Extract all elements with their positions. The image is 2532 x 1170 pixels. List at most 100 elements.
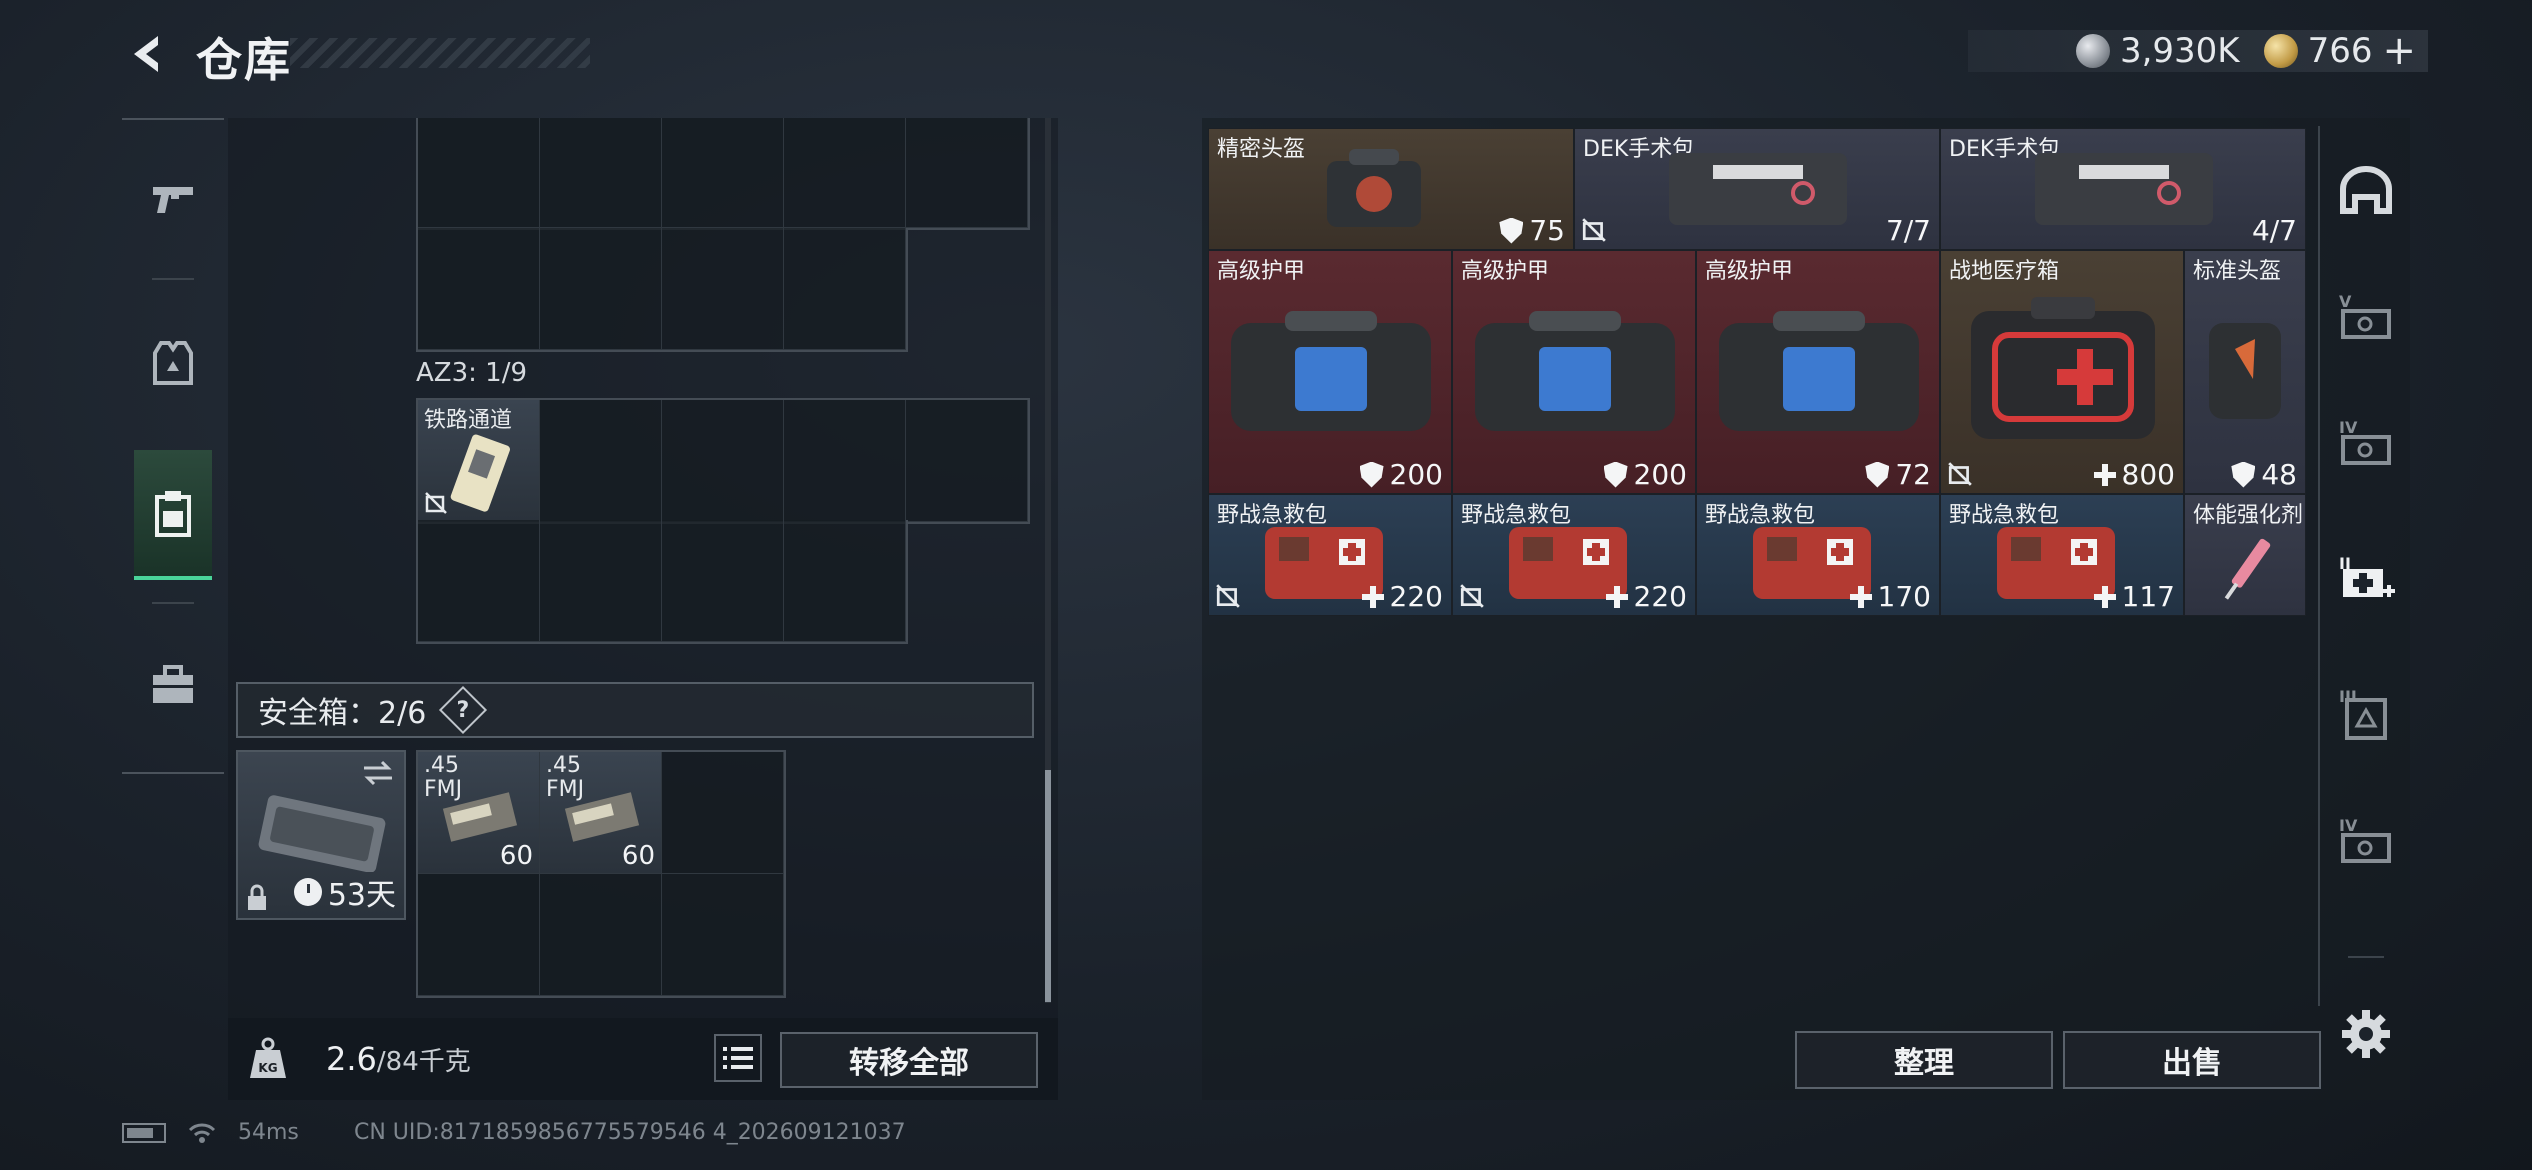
status-bar: 54ms — [122, 1120, 299, 1145]
grid-cell[interactable] — [662, 874, 784, 996]
page-title: 仓库 — [196, 33, 292, 87]
field-first-aid-kit-item[interactable]: 野战急救包 220 — [1452, 494, 1696, 616]
item-label: 战地医疗箱 — [1949, 259, 2060, 284]
grid-cell[interactable] — [540, 118, 662, 228]
help-button[interactable]: ? — [439, 685, 488, 735]
lock-icon — [248, 884, 266, 910]
grid-cell[interactable] — [662, 752, 784, 874]
sell-button[interactable]: 出售 — [2063, 1031, 2321, 1089]
grid-cell[interactable] — [418, 874, 540, 996]
grid-cell[interactable] — [662, 400, 784, 522]
item-value: 7/7 — [1885, 214, 1931, 247]
heal-icon — [1605, 585, 1628, 608]
item-value: 800 — [2093, 458, 2175, 491]
grid-cell[interactable] — [906, 118, 1028, 228]
field-medical-box-item[interactable]: 战地医疗箱 800 — [1940, 250, 2184, 494]
sort-button[interactable]: 整理 — [1795, 1031, 2053, 1089]
field-first-aid-kit-item[interactable]: 野战急救包 117 — [1940, 494, 2184, 616]
nav-weapons[interactable] — [134, 134, 212, 264]
grid-cell[interactable] — [540, 228, 662, 350]
grid-cell[interactable] — [662, 228, 784, 350]
gear-icon[interactable] — [2338, 1006, 2394, 1062]
tier-v-armor-icon: V — [2339, 292, 2391, 339]
nav-separator — [152, 602, 194, 604]
vest-icon — [153, 341, 193, 385]
silver-coin-icon — [2075, 34, 2110, 68]
item-value: 75 — [1499, 214, 1565, 247]
item-label: 体能强化剂 — [2193, 503, 2304, 528]
grid-cell[interactable] — [662, 520, 784, 642]
ammo-45-fmj-slot-1[interactable]: .45 FMJ 60 — [418, 752, 540, 874]
grid-cell[interactable] — [540, 520, 662, 642]
grid-cell[interactable] — [418, 228, 540, 350]
ammo-count: 60 — [499, 841, 533, 871]
gold-currency[interactable]: 766 + — [2263, 31, 2416, 71]
precision-helmet-item[interactable]: 精密头盔 75 — [1208, 128, 1574, 250]
armor-icon — [1603, 461, 1628, 488]
grid-cell[interactable] — [784, 400, 906, 522]
filter-medical[interactable]: II — [2334, 546, 2398, 610]
railway-pass-item[interactable]: 铁路通道 — [418, 400, 540, 522]
svg-text:V: V — [2339, 292, 2352, 311]
item-value: 200 — [1603, 458, 1687, 491]
grid-cell[interactable] — [784, 228, 906, 350]
item-value: 170 — [1849, 580, 1931, 613]
back-button[interactable] — [118, 22, 178, 86]
grid-cell[interactable] — [906, 400, 1028, 522]
add-currency-button[interactable]: + — [2382, 31, 2416, 71]
safebox-title: 安全箱：2/6 — [258, 696, 427, 731]
dek-surgery-kit-item[interactable]: DEK手术包 4/7 — [1940, 128, 2306, 250]
backpack-grid-upper — [416, 118, 1030, 230]
transfer-all-button[interactable]: 转移全部 — [780, 1032, 1038, 1088]
safebox-case[interactable]: 53天 — [236, 750, 406, 920]
medkit-icon — [1971, 297, 2155, 439]
dek-surgery-kit-item[interactable]: DEK手术包 7/7 — [1574, 128, 1940, 250]
field-first-aid-kit-item[interactable]: 野战急救包 220 — [1208, 494, 1452, 616]
backpack-grid-lower — [416, 228, 908, 352]
nav-storage[interactable] — [134, 450, 212, 580]
svg-text:KG: KG — [258, 1061, 277, 1075]
advanced-armor-item[interactable]: 高级护甲 200 — [1208, 250, 1452, 494]
stamina-booster-item[interactable]: 体能强化剂 — [2184, 494, 2306, 616]
nav-toolbox[interactable] — [134, 620, 212, 750]
grid-cell[interactable] — [784, 118, 906, 228]
grid-cell[interactable] — [540, 874, 662, 996]
filter-tier-iv-armor[interactable]: IV — [2334, 410, 2398, 474]
helmet-outline-icon — [2340, 166, 2392, 214]
filter-all[interactable] — [2334, 158, 2398, 222]
field-first-aid-kit-item[interactable]: 野战急救包 170 — [1696, 494, 1940, 616]
user-uid: CN UID:8171859856775579546 4_20260912103… — [354, 1120, 906, 1145]
armor-vest-icon — [1231, 311, 1431, 431]
left-scroll-thumb[interactable] — [1045, 770, 1051, 1002]
no-transfer-icon — [1582, 218, 1606, 242]
ammo-count: 60 — [621, 841, 655, 871]
advanced-armor-item[interactable]: 高级护甲 72 — [1696, 250, 1940, 494]
grid-cell[interactable] — [540, 400, 662, 522]
nav-equipment[interactable] — [134, 298, 212, 428]
grid-cell[interactable] — [418, 520, 540, 642]
advanced-armor-item[interactable]: 高级护甲 200 — [1452, 250, 1696, 494]
grid-cell[interactable] — [418, 118, 540, 228]
safebox-header: 安全箱：2/6 ? — [236, 682, 1034, 738]
medical-icon: II — [2339, 554, 2395, 597]
grid-cell[interactable] — [662, 118, 784, 228]
filter-tier-iv-armor-2[interactable]: IV — [2334, 808, 2398, 872]
armor-icon — [2231, 461, 2256, 488]
item-value: 72 — [1865, 458, 1931, 491]
list-icon — [723, 1047, 753, 1069]
ammo-box-icon — [564, 792, 640, 842]
nav-separator — [2348, 956, 2384, 958]
armor-icon — [1499, 217, 1524, 244]
no-transfer-icon — [425, 492, 447, 514]
ammo-45-fmj-slot-2[interactable]: .45 FMJ 60 — [540, 752, 662, 874]
svg-text:IV: IV — [2339, 418, 2358, 437]
list-view-button[interactable] — [714, 1034, 762, 1082]
filter-tier-iii-backpack[interactable]: III — [2334, 682, 2398, 746]
keycard-icon — [450, 434, 510, 512]
grid-cell[interactable] — [784, 520, 906, 642]
az3-grid-lower — [416, 520, 908, 644]
item-label: 高级护甲 — [1705, 259, 1794, 284]
standard-helmet-item[interactable]: 标准头盔 48 — [2184, 250, 2306, 494]
filter-tier-v-armor[interactable]: V — [2334, 284, 2398, 348]
helmet-bag-icon — [1327, 149, 1421, 227]
